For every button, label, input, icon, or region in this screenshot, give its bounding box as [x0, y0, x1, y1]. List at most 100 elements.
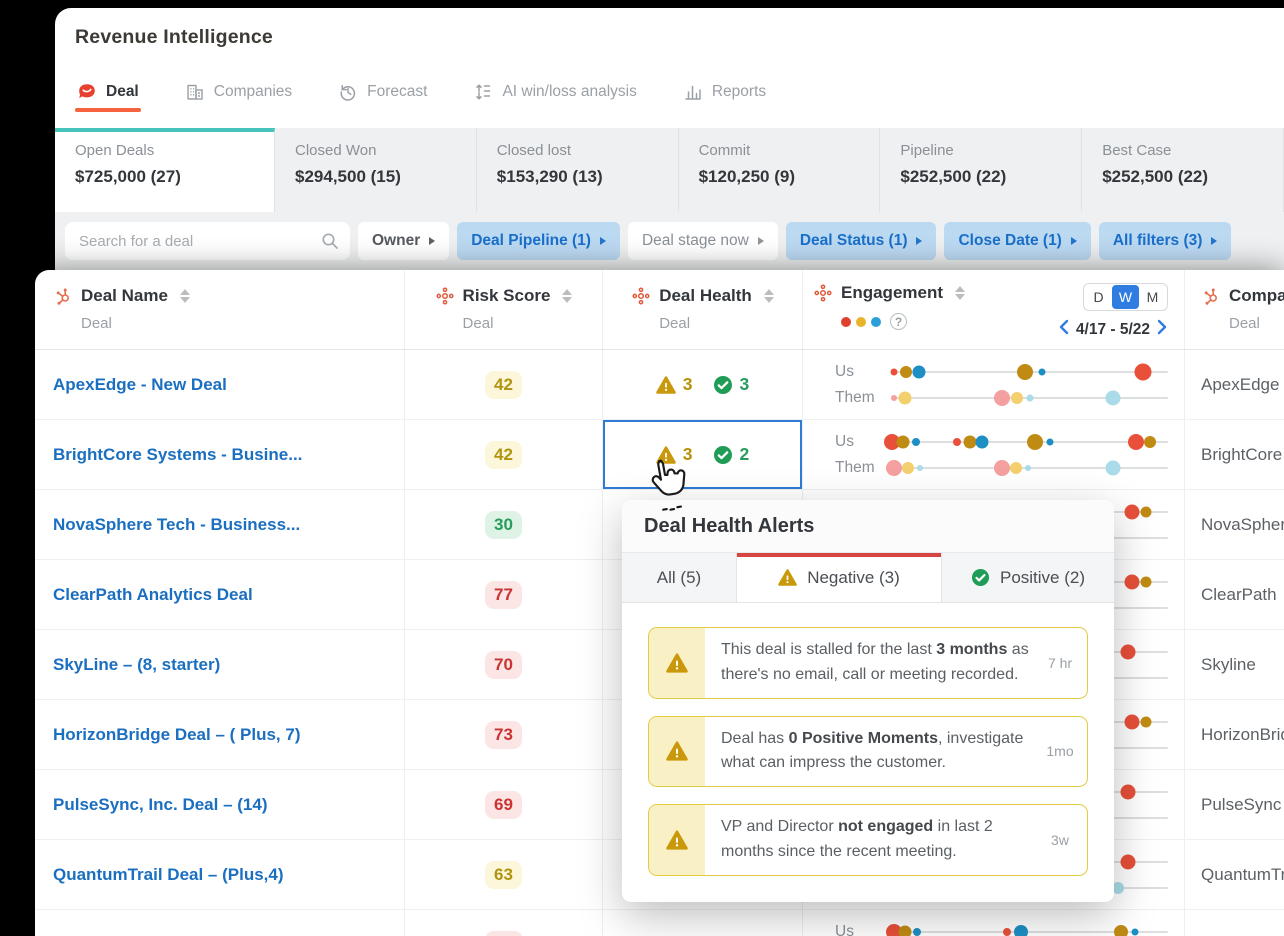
engagement-us-track: [891, 431, 1168, 453]
column-deal-health[interactable]: Deal Health Deal: [603, 270, 803, 349]
hubspot-sprocket-icon: [53, 286, 73, 306]
engagement-dot: [1011, 392, 1023, 404]
summary-card[interactable]: Closed lost $153,290 (13): [477, 128, 679, 212]
engagement-them-track: [891, 457, 1168, 479]
engagement-dot: [897, 435, 910, 448]
warning-icon: [778, 568, 797, 587]
summary-cards: Open Deals $725,000 (27) Closed Won $294…: [55, 128, 1284, 212]
column-risk-score[interactable]: Risk Score Deal: [405, 270, 603, 349]
sort-icon[interactable]: [955, 286, 965, 300]
summary-card[interactable]: Open Deals $725,000 (27): [55, 128, 275, 212]
summary-card[interactable]: Pipeline $252,500 (22): [880, 128, 1082, 212]
deal-health-cell[interactable]: 32: [603, 420, 803, 489]
alert-timestamp: 1mo: [1033, 717, 1087, 787]
nav-tab-ai-win-loss-analysis[interactable]: AI win/loss analysis: [471, 82, 638, 118]
deal-name-link[interactable]: SkyLine – (8, starter): [53, 655, 220, 675]
search-icon: [321, 232, 339, 250]
deal-name-link[interactable]: PulseSync, Inc. Deal – (14): [53, 795, 267, 815]
risk-score-badge: 69: [485, 791, 522, 819]
deal-name-link[interactable]: HorizonBridge Deal – ( Plus, 7): [53, 725, 301, 745]
deal-health-cell[interactable]: 33: [603, 350, 803, 419]
filter-chip[interactable]: Deal Status (1): [786, 222, 937, 260]
engagement-dot: [1038, 368, 1045, 375]
nav-tabs: Deal Companies Forecast AI win/loss anal…: [75, 82, 768, 118]
column-engagement: Engagement ? DWM 4/17 - 5/22: [803, 270, 1185, 349]
column-deal-name[interactable]: Deal Name Deal: [35, 270, 405, 349]
risk-score-badge: 42: [485, 371, 522, 399]
engagement-dot: [1047, 438, 1054, 445]
card-value: $725,000 (27): [75, 167, 254, 187]
deal-name-link[interactable]: NovaSphere Tech - Business...: [53, 515, 300, 535]
summary-card[interactable]: Best Case $252,500 (22): [1082, 128, 1284, 212]
engagement-dot: [917, 465, 923, 471]
filter-chip[interactable]: All filters (3): [1099, 222, 1232, 260]
warning-icon: 3: [656, 374, 693, 395]
card-value: $153,290 (13): [497, 167, 658, 187]
them-label: Them: [835, 459, 891, 477]
period-D[interactable]: D: [1085, 285, 1112, 309]
table-row: ApexEdge - New Deal 42 33 Us Them ApexEd…: [35, 350, 1284, 420]
engagement-dot: [898, 391, 911, 404]
card-label: Open Deals: [75, 142, 254, 159]
period-M[interactable]: M: [1139, 285, 1166, 309]
summary-card[interactable]: Commit $120,250 (9): [679, 128, 881, 212]
nav-tab-reports[interactable]: Reports: [681, 82, 768, 118]
card-value: $252,500 (22): [1102, 167, 1263, 187]
deal-name-link[interactable]: ApexEdge - New Deal: [53, 375, 227, 395]
nav-tab-forecast[interactable]: Forecast: [336, 82, 429, 118]
filter-chip[interactable]: Deal Pipeline (1): [457, 222, 620, 260]
caret-right-icon: [1071, 237, 1077, 245]
company-name: Skyline: [1201, 655, 1256, 675]
alert-text: VP and Director not engaged in last 2 mo…: [705, 805, 1033, 875]
summary-card[interactable]: Closed Won $294,500 (15): [275, 128, 477, 212]
engagement-dot: [1105, 390, 1120, 405]
tab-negative[interactable]: Negative (3): [737, 553, 942, 602]
deal-name-link[interactable]: ClearPath Analytics Deal: [53, 585, 253, 605]
period-W[interactable]: W: [1112, 285, 1139, 309]
tab-positive[interactable]: Positive (2): [942, 553, 1114, 602]
help-icon[interactable]: ?: [890, 313, 907, 330]
table-row: Us Them: [35, 910, 1284, 936]
warning-icon: [649, 628, 705, 698]
engagement-dot: [1003, 928, 1011, 936]
engagement-dot: [963, 435, 976, 448]
deal-name-link[interactable]: BrightCore Systems - Busine...: [53, 445, 302, 465]
deal-health-cell[interactable]: [603, 910, 803, 936]
engagement-dot: [1144, 436, 1156, 448]
chevron-left-icon[interactable]: [1058, 319, 1069, 340]
risk-score-badge: 70: [485, 651, 522, 679]
engagement-us-track: [891, 921, 1168, 936]
check-icon: 2: [713, 444, 750, 465]
hand-cursor-icon: [641, 452, 699, 520]
engagement-dot: [1124, 504, 1139, 519]
chevron-right-icon[interactable]: [1157, 319, 1168, 340]
page-title: Revenue Intelligence: [75, 26, 273, 49]
deal-name-link[interactable]: QuantumTrail Deal – (Plus,4): [53, 865, 284, 885]
column-company[interactable]: Company Deal: [1185, 270, 1284, 349]
them-label: Them: [835, 389, 891, 407]
filter-chip[interactable]: Owner: [358, 222, 449, 260]
date-range-nav: 4/17 - 5/22: [1058, 319, 1168, 340]
company-name: HorizonBridge: [1201, 725, 1284, 745]
alert-card: This deal is stalled for the last 3 mont…: [648, 627, 1088, 699]
engagement-dot: [1114, 925, 1128, 936]
filter-chip[interactable]: Close Date (1): [944, 222, 1090, 260]
engagement-dot: [1128, 434, 1144, 450]
nav-tab-companies[interactable]: Companies: [183, 82, 294, 118]
tab-all[interactable]: All (5): [622, 553, 737, 602]
search-input[interactable]: [65, 222, 350, 260]
sort-icon[interactable]: [180, 289, 190, 303]
engagement-dot: [1017, 364, 1033, 380]
property-icon: [631, 286, 651, 306]
sort-icon[interactable]: [562, 289, 572, 303]
risk-score-badge: 63: [485, 861, 522, 889]
engagement-dot: [902, 462, 914, 474]
sort-icon[interactable]: [764, 289, 774, 303]
nav-tab-deal[interactable]: Deal: [75, 82, 141, 118]
alert-timestamp: 3w: [1033, 805, 1087, 875]
check-icon: 3: [713, 374, 750, 395]
caret-right-icon: [429, 237, 435, 245]
winloss-icon: [473, 82, 493, 102]
engagement-dot: [976, 435, 989, 448]
filter-chip[interactable]: Deal stage now: [628, 222, 778, 260]
